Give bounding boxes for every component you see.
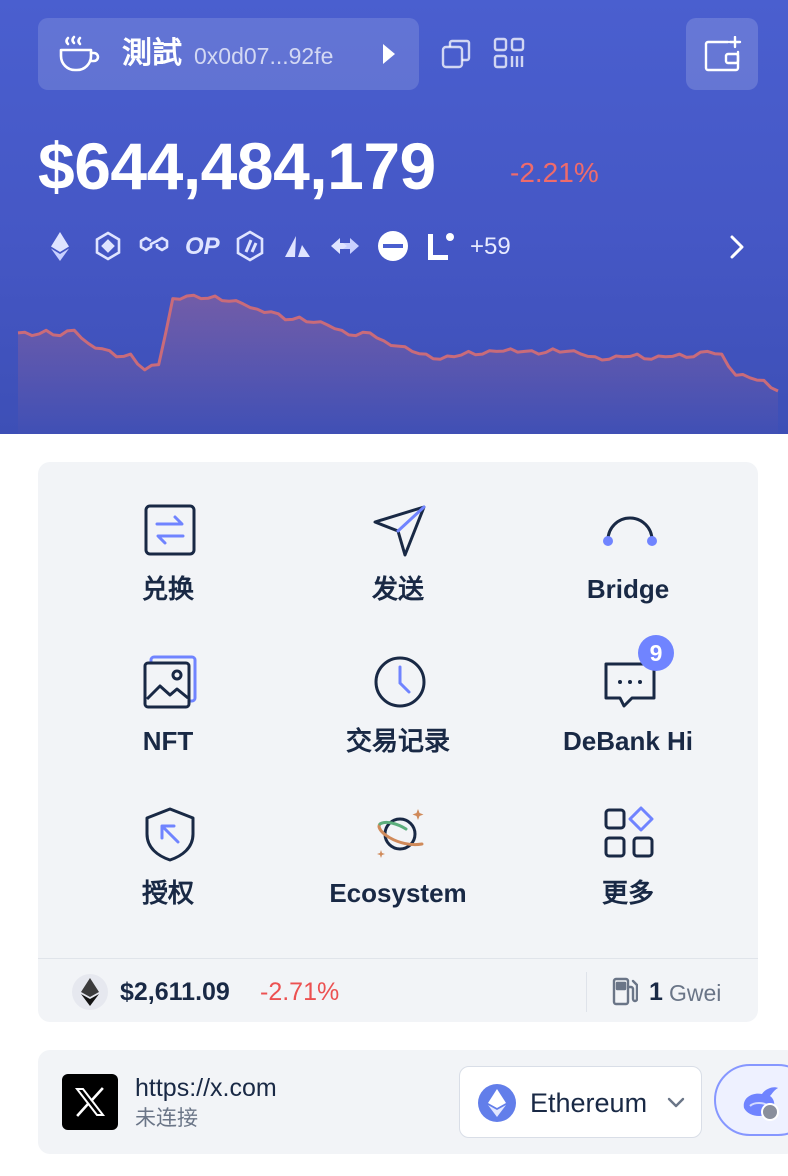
gas-pump-icon bbox=[612, 977, 638, 1006]
bridge-icon bbox=[603, 516, 657, 546]
eth-price: $2,611.09 bbox=[120, 978, 230, 1006]
debank-hi-label: DeBank Hi bbox=[562, 726, 694, 756]
approval-label: 授权 bbox=[141, 878, 194, 908]
ethereum-icon bbox=[44, 230, 76, 262]
more-chains-count: +59 bbox=[470, 233, 511, 260]
clock-icon bbox=[374, 656, 426, 708]
balance-curve-area bbox=[18, 295, 778, 434]
send-label: 发送 bbox=[371, 574, 424, 604]
balance-change: -2.21% bbox=[510, 157, 599, 188]
base-icon bbox=[377, 230, 409, 262]
approval-button[interactable]: 授权 bbox=[53, 806, 283, 946]
ecosystem-label: Ecosystem bbox=[329, 878, 467, 908]
balance-curve-chart bbox=[17, 293, 779, 434]
account-name: 測試 bbox=[122, 37, 182, 70]
chain-list[interactable]: OP +59 bbox=[44, 230, 764, 264]
add-wallet-button[interactable] bbox=[686, 18, 758, 90]
site-url: https://x.com bbox=[135, 1074, 277, 1102]
current-site-bar: https://x.com 未连接 Ethereum bbox=[38, 1050, 788, 1154]
optimism-label: OP bbox=[185, 233, 220, 260]
total-balance: $644,484,179 bbox=[38, 129, 436, 203]
wallet-header: 測試 0x0d07...92fe $644,484,179 -2.21% OP bbox=[0, 0, 788, 434]
debank-hi-button[interactable]: DeBank Hi bbox=[513, 654, 743, 794]
gas-price-value: 1 bbox=[649, 978, 663, 1006]
caret-right-icon bbox=[383, 44, 395, 64]
send-icon bbox=[373, 505, 426, 557]
unread-badge: 9 bbox=[638, 635, 674, 671]
chevron-right-icon bbox=[730, 235, 744, 259]
network-selector[interactable]: Ethereum bbox=[459, 1066, 702, 1138]
history-button[interactable]: 交易记录 bbox=[283, 654, 513, 794]
account-switcher[interactable]: 測試 0x0d07...92fe bbox=[38, 18, 419, 90]
vertical-divider bbox=[586, 972, 587, 1012]
shield-icon bbox=[145, 807, 195, 862]
linea-icon bbox=[424, 230, 456, 262]
ethereum-coin-icon bbox=[72, 974, 108, 1010]
swap-label: 兑换 bbox=[141, 574, 194, 604]
wallet-add-icon bbox=[704, 36, 742, 72]
x-logo-icon bbox=[62, 1074, 118, 1130]
copy-icon[interactable] bbox=[440, 38, 472, 70]
account-address: 0x0d07...92fe bbox=[194, 43, 334, 69]
grid-icon bbox=[604, 806, 654, 858]
action-panel: 兑换 发送 Bridge NFT 交易记录 DeBank Hi 9 授权 Eco… bbox=[38, 462, 758, 1022]
arbitrum-icon bbox=[234, 230, 266, 262]
nft-button[interactable]: NFT bbox=[53, 654, 283, 794]
planet-icon bbox=[377, 809, 424, 858]
rabbit-icon bbox=[743, 1087, 779, 1121]
eth-price-change: -2.71% bbox=[260, 978, 340, 1006]
bnb-chain-icon bbox=[92, 230, 124, 262]
eth-price-row[interactable]: $2,611.09 -2.71% bbox=[72, 974, 492, 1010]
swap-icon bbox=[144, 504, 196, 556]
coffee-cup-icon bbox=[59, 35, 100, 72]
swap-button[interactable]: 兑换 bbox=[53, 502, 283, 642]
nft-label: NFT bbox=[142, 726, 194, 756]
zksync-icon bbox=[329, 230, 361, 262]
gas-price-unit: Gwei bbox=[669, 980, 722, 1006]
panel-divider bbox=[38, 958, 758, 959]
history-label: 交易记录 bbox=[345, 726, 450, 756]
avalanche-icon bbox=[282, 230, 314, 262]
ecosystem-button[interactable]: Ecosystem bbox=[283, 806, 513, 946]
polygon-icon bbox=[138, 230, 170, 262]
network-name: Ethereum bbox=[530, 1088, 648, 1118]
send-button[interactable]: 发送 bbox=[283, 502, 513, 642]
more-button[interactable]: 更多 bbox=[513, 806, 743, 946]
qr-code-icon[interactable] bbox=[493, 37, 525, 69]
nft-icon bbox=[143, 655, 197, 709]
rabby-connect-button[interactable] bbox=[714, 1064, 788, 1136]
bridge-label: Bridge bbox=[586, 574, 670, 604]
ethereum-network-icon bbox=[478, 1084, 516, 1122]
chevron-down-icon bbox=[667, 1097, 685, 1108]
more-label: 更多 bbox=[601, 878, 654, 908]
bridge-button[interactable]: Bridge bbox=[513, 502, 743, 642]
connection-status: 未连接 bbox=[135, 1107, 198, 1130]
